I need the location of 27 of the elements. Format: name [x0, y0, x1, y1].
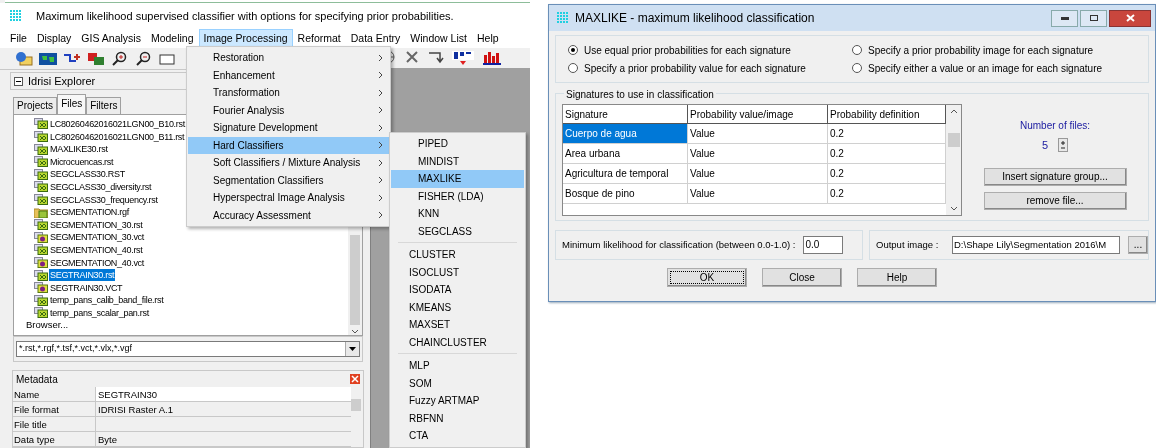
file-count: 5	[1041, 138, 1049, 153]
window-title: Maximum likelihood supervised classifier with options for specifying prior probabilities.	[36, 8, 454, 24]
field-label: Number of files:	[1020, 119, 1090, 133]
table-cell: Value	[688, 184, 828, 203]
radio-label: Specify a prior probability image for each signature	[868, 43, 1094, 58]
field-label: Minimum likelihood for classification (between 0.0-1.0) :	[562, 237, 796, 252]
panel-title: Idrisi Explorer	[28, 73, 96, 89]
radio-label: Use equal prior probabilities for each signature	[584, 43, 791, 58]
metadata-key: Data type	[13, 432, 96, 446]
table-cell: Area urbana	[563, 144, 688, 163]
table-cell: Cuerpo de agua	[563, 124, 688, 143]
metadata-value: Byte	[97, 433, 118, 446]
table-cell: Bosque de pino	[563, 184, 688, 203]
metadata-key: File format	[13, 402, 96, 416]
radio-label: Specify a prior probability value for each signature	[584, 61, 806, 76]
group-title: Signatures to use in classification	[564, 87, 716, 102]
table-cell: Value	[688, 164, 828, 183]
table-cell: Value	[688, 144, 828, 163]
field-label: Output image :	[876, 237, 940, 252]
table-cell: Value	[688, 124, 828, 143]
table-cell: Agricultura de temporal	[563, 164, 688, 183]
metadata-value: IDRISI Raster A.1	[97, 403, 174, 416]
metadata-value: SEGTRAIN30	[96, 387, 351, 401]
window-title: MAXLIKE - maximum likelihood classification	[575, 10, 816, 27]
radio-label: Specify either a value or an image for each signature	[868, 61, 1103, 76]
metadata-key: File title	[13, 417, 96, 431]
panel-title: Metadata	[16, 372, 58, 387]
